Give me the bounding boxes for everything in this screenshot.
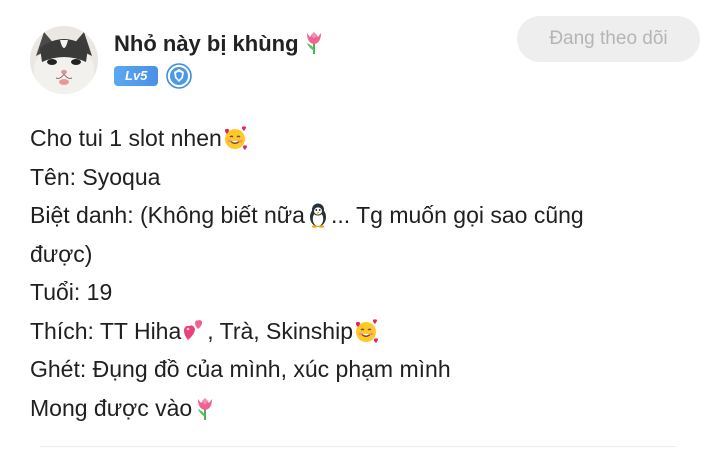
penguin-icon [309,203,326,228]
post-line-text: Tuổi: 19 [30,279,113,305]
post-line-text: Thích: TT Hiha [30,317,182,344]
post-line: Ghét: Đụng đồ của mình, xúc phạm mình [30,350,670,389]
following-button[interactable]: Đang theo dõi [517,16,700,62]
username[interactable]: Nhỏ này bị khùng [114,29,327,57]
shield-badge-icon[interactable] [166,63,193,89]
post-line: được) [30,235,670,274]
user-badges: Lv5 [114,63,193,89]
post-line-text: , Trà, Skinship [207,317,353,344]
post-content: Cho tui 1 slot nhen Tên: Syoqua Biệt dan… [30,119,670,427]
post-line-text: ... Tg muốn gọi sao cũng [330,202,584,228]
smiling-face-with-hearts-icon [224,126,247,150]
post-line: Tuổi: 19 [30,273,670,312]
two-hearts-icon [184,319,203,340]
post-line: Tên: Syoqua [30,158,670,197]
smiling-face-with-hearts-icon [356,318,378,343]
tulip-icon [306,32,321,54]
tulip-icon [198,397,213,420]
username-text: Nhỏ này bị khùng [114,31,299,56]
post-line-text: được) [30,240,93,267]
post-line: Biệt danh: (Không biết nữa ... Tg muốn g… [30,196,670,235]
post-line: Cho tui 1 slot nhen [30,119,670,158]
avatar[interactable] [30,26,98,94]
level-badge[interactable]: Lv5 [114,66,159,86]
post-line-text: Cho tui 1 slot nhen [30,125,222,151]
post-header: Nhỏ này bị khùng Lv5 Đang theo dõi [30,16,700,98]
post-line: Thích: TT Hiha , Trà, Skinship [30,312,670,351]
kitten-avatar-image [30,26,98,94]
post-line: Mong được vào [30,389,670,428]
post-line-text: Biệt danh: (Không biết nữa [30,202,305,228]
post-line-text: Mong được vào [30,394,193,421]
post-line-text: Tên: Syoqua [30,163,161,190]
divider [40,446,676,447]
post-line-text: Ghét: Đụng đồ của mình, xúc phạm mình [30,356,451,382]
